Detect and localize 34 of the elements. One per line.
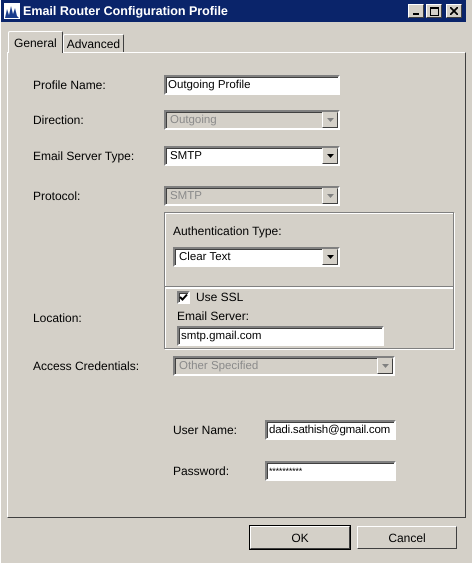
close-icon <box>450 7 458 15</box>
field-label: User Name: <box>173 423 238 437</box>
maximize-icon <box>430 6 438 16</box>
tab[interactable]: General <box>8 31 63 53</box>
field-label: Access Credentials: <box>33 359 140 373</box>
field-label: Protocol: <box>33 189 82 203</box>
email-server-field[interactable]: smtp.gmail.com <box>177 326 384 346</box>
field-label: Email Server: <box>177 309 250 323</box>
caret-icon <box>326 118 334 122</box>
field-label: Authentication Type: <box>173 224 283 238</box>
field-label: Direction: <box>33 113 85 127</box>
caret-icon <box>326 154 334 158</box>
app-icon <box>4 3 20 19</box>
ok-button[interactable]: OK <box>250 526 350 549</box>
maximize-button[interactable] <box>426 4 442 18</box>
cancel-button[interactable]: Cancel <box>357 526 457 549</box>
caret-icon <box>326 194 334 198</box>
profile-name-field[interactable]: Outgoing Profile <box>164 75 340 95</box>
tab[interactable]: Advanced <box>62 34 124 52</box>
password-field[interactable]: ********** <box>265 461 396 481</box>
caret-icon <box>382 364 388 368</box>
field-label: Profile Name: <box>33 78 107 92</box>
dropdown[interactable]: SMTP <box>164 146 340 166</box>
caret-icon <box>326 255 334 259</box>
user-name-field[interactable]: dadi.sathish@gmail.com <box>265 420 396 440</box>
minimize-button[interactable] <box>408 4 424 18</box>
field-label: Location: <box>33 310 83 324</box>
dropdown[interactable]: Clear Text <box>173 247 340 267</box>
checkbox-label: Use SSL <box>196 290 244 304</box>
field-label: Email Server Type: <box>33 149 136 163</box>
field-label: Password: <box>173 464 230 478</box>
window-title: Email Router Configuration Profile <box>23 4 229 18</box>
checkbox[interactable] <box>177 290 190 304</box>
close-button[interactable] <box>446 4 462 18</box>
